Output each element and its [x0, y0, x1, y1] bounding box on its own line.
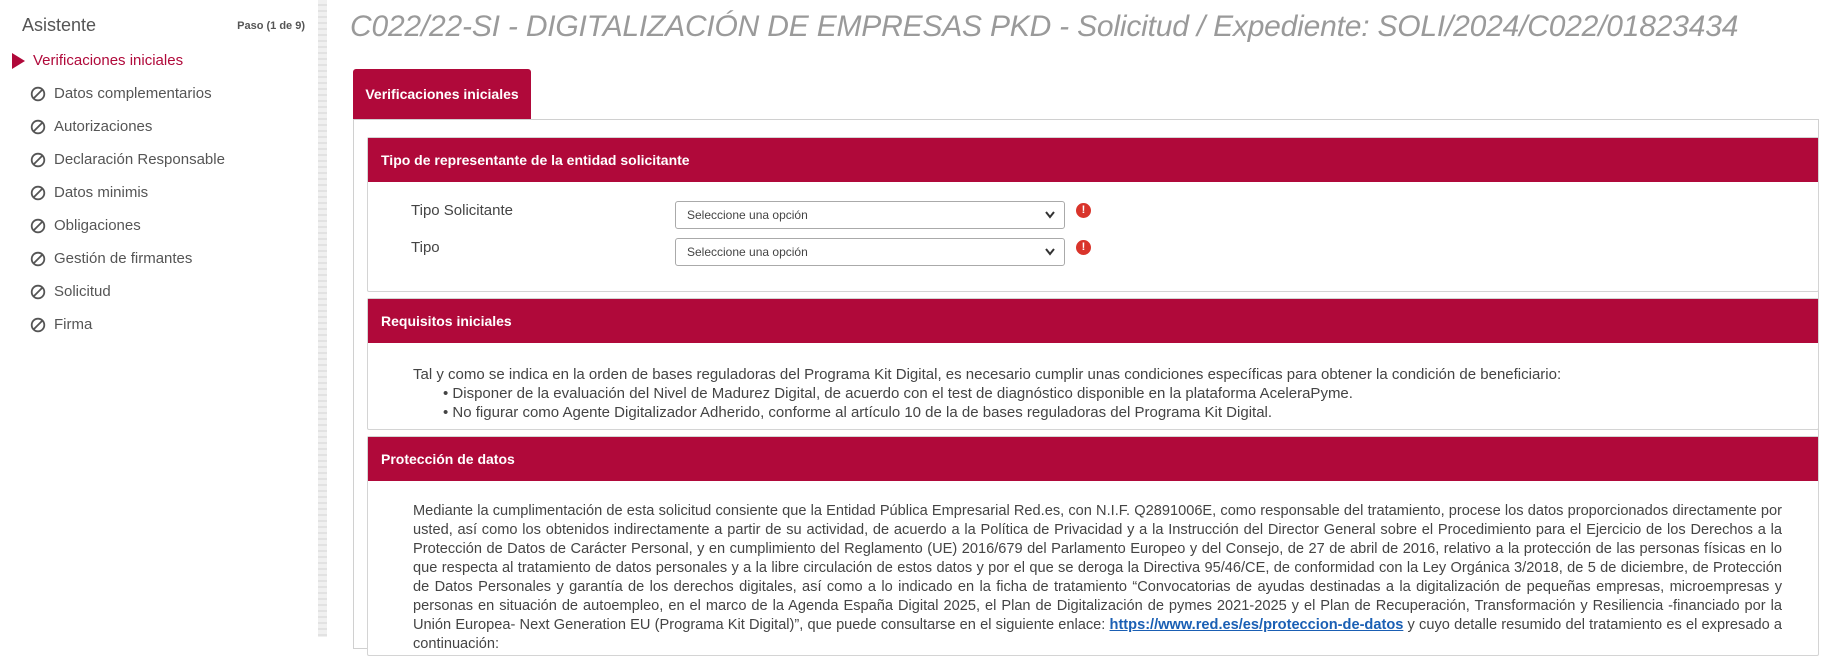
sidebar-item-label: Autorizaciones: [54, 118, 153, 135]
ban-icon: [30, 251, 46, 267]
sidebar-item-gestion-de-firmantes[interactable]: Gestión de firmantes: [0, 246, 318, 279]
tipo-solicitante-label: Tipo Solicitante: [411, 202, 513, 219]
sidebar-item-label: Obligaciones: [54, 217, 141, 234]
sidebar-item-datos-minimis[interactable]: Datos minimis: [0, 180, 318, 213]
page-title: C022/22-SI - DIGITALIZACIÓN DE EMPRESAS …: [350, 10, 1739, 43]
sidebar-item-label: Firma: [54, 316, 93, 333]
sidebar-title: Asistente: [22, 15, 97, 35]
sidebar-item-firma[interactable]: Firma: [0, 312, 318, 345]
step-counter: Paso (1 de 9): [237, 20, 305, 32]
exclamation-circle-icon: !: [1076, 240, 1091, 255]
sidebar-item-autorizaciones[interactable]: Autorizaciones: [0, 114, 318, 147]
panel-title: Tipo de representante de la entidad soli…: [368, 138, 1818, 182]
ban-icon: [30, 119, 46, 135]
panel-title: Requisitos iniciales: [368, 299, 1818, 343]
tipo-solicitante-select[interactable]: Seleccione una opción: [675, 201, 1065, 229]
panel-body: Tal y como se indica en la orden de base…: [368, 343, 1818, 422]
sidebar-item-datos-complementarios[interactable]: Datos complementarios: [0, 81, 318, 114]
panel-tipo-representante: Tipo de representante de la entidad soli…: [367, 137, 1819, 292]
panel-requisitos-iniciales: Requisitos iniciales Tal y como se indic…: [367, 298, 1819, 430]
sidebar-item-label: Gestión de firmantes: [54, 250, 193, 267]
field-row-tipo-solicitante: Tipo Solicitante Seleccione una opción !: [411, 201, 1811, 231]
sidebar-steps: Verificaciones iniciales Datos complemen…: [0, 48, 318, 345]
sidebar-item-label: Datos complementarios: [54, 85, 212, 102]
sidebar-item-label: Verificaciones iniciales: [33, 52, 184, 69]
select-value: Seleccione una opción: [687, 208, 808, 222]
chevron-down-icon: [1045, 248, 1055, 256]
sidebar-item-label: Solicitud: [54, 283, 111, 300]
tab-verificaciones-iniciales[interactable]: Verificaciones iniciales: [353, 69, 531, 120]
ban-icon: [30, 218, 46, 234]
proteccion-text-before: Mediante la cumplimentación de esta soli…: [413, 503, 1782, 633]
requisito-item: • Disponer de la evaluación del Nivel de…: [443, 385, 1353, 402]
ban-icon: [30, 284, 46, 300]
exclamation-circle-icon: !: [1076, 203, 1091, 218]
proteccion-datos-link[interactable]: https://www.red.es/es/proteccion-de-dato…: [1110, 617, 1404, 633]
chevron-down-icon: [1045, 211, 1055, 219]
select-value: Seleccione una opción: [687, 245, 808, 259]
sidebar-item-label: Declaración Responsable: [54, 151, 225, 168]
proteccion-text: Mediante la cumplimentación de esta soli…: [368, 481, 1818, 654]
tipo-select[interactable]: Seleccione una opción: [675, 238, 1065, 266]
ban-icon: [30, 317, 46, 333]
triangle-right-icon: [12, 53, 25, 69]
sidebar-header: Asistente Paso (1 de 9): [22, 15, 305, 37]
sidebar-item-obligaciones[interactable]: Obligaciones: [0, 213, 318, 246]
sidebar-resize-handle[interactable]: [318, 0, 327, 637]
sidebar-item-solicitud[interactable]: Solicitud: [0, 279, 318, 312]
panel-proteccion-datos: Protección de datos Mediante la cumplime…: [367, 436, 1819, 656]
ban-icon: [30, 185, 46, 201]
sidebar-item-label: Datos minimis: [54, 184, 149, 201]
requisito-item: • No figurar como Agente Digitalizador A…: [443, 404, 1273, 421]
panel-title: Protección de datos: [368, 437, 1818, 481]
sidebar-item-declaracion-responsable[interactable]: Declaración Responsable: [0, 147, 318, 180]
sidebar-item-verificaciones-iniciales[interactable]: Verificaciones iniciales: [0, 48, 318, 81]
field-row-tipo: Tipo Seleccione una opción !: [411, 238, 1811, 268]
sidebar: Asistente Paso (1 de 9) Verificaciones i…: [0, 0, 318, 637]
ban-icon: [30, 86, 46, 102]
tipo-label: Tipo: [411, 239, 440, 256]
requisitos-intro: Tal y como se indica en la orden de base…: [413, 366, 1562, 383]
ban-icon: [30, 152, 46, 168]
